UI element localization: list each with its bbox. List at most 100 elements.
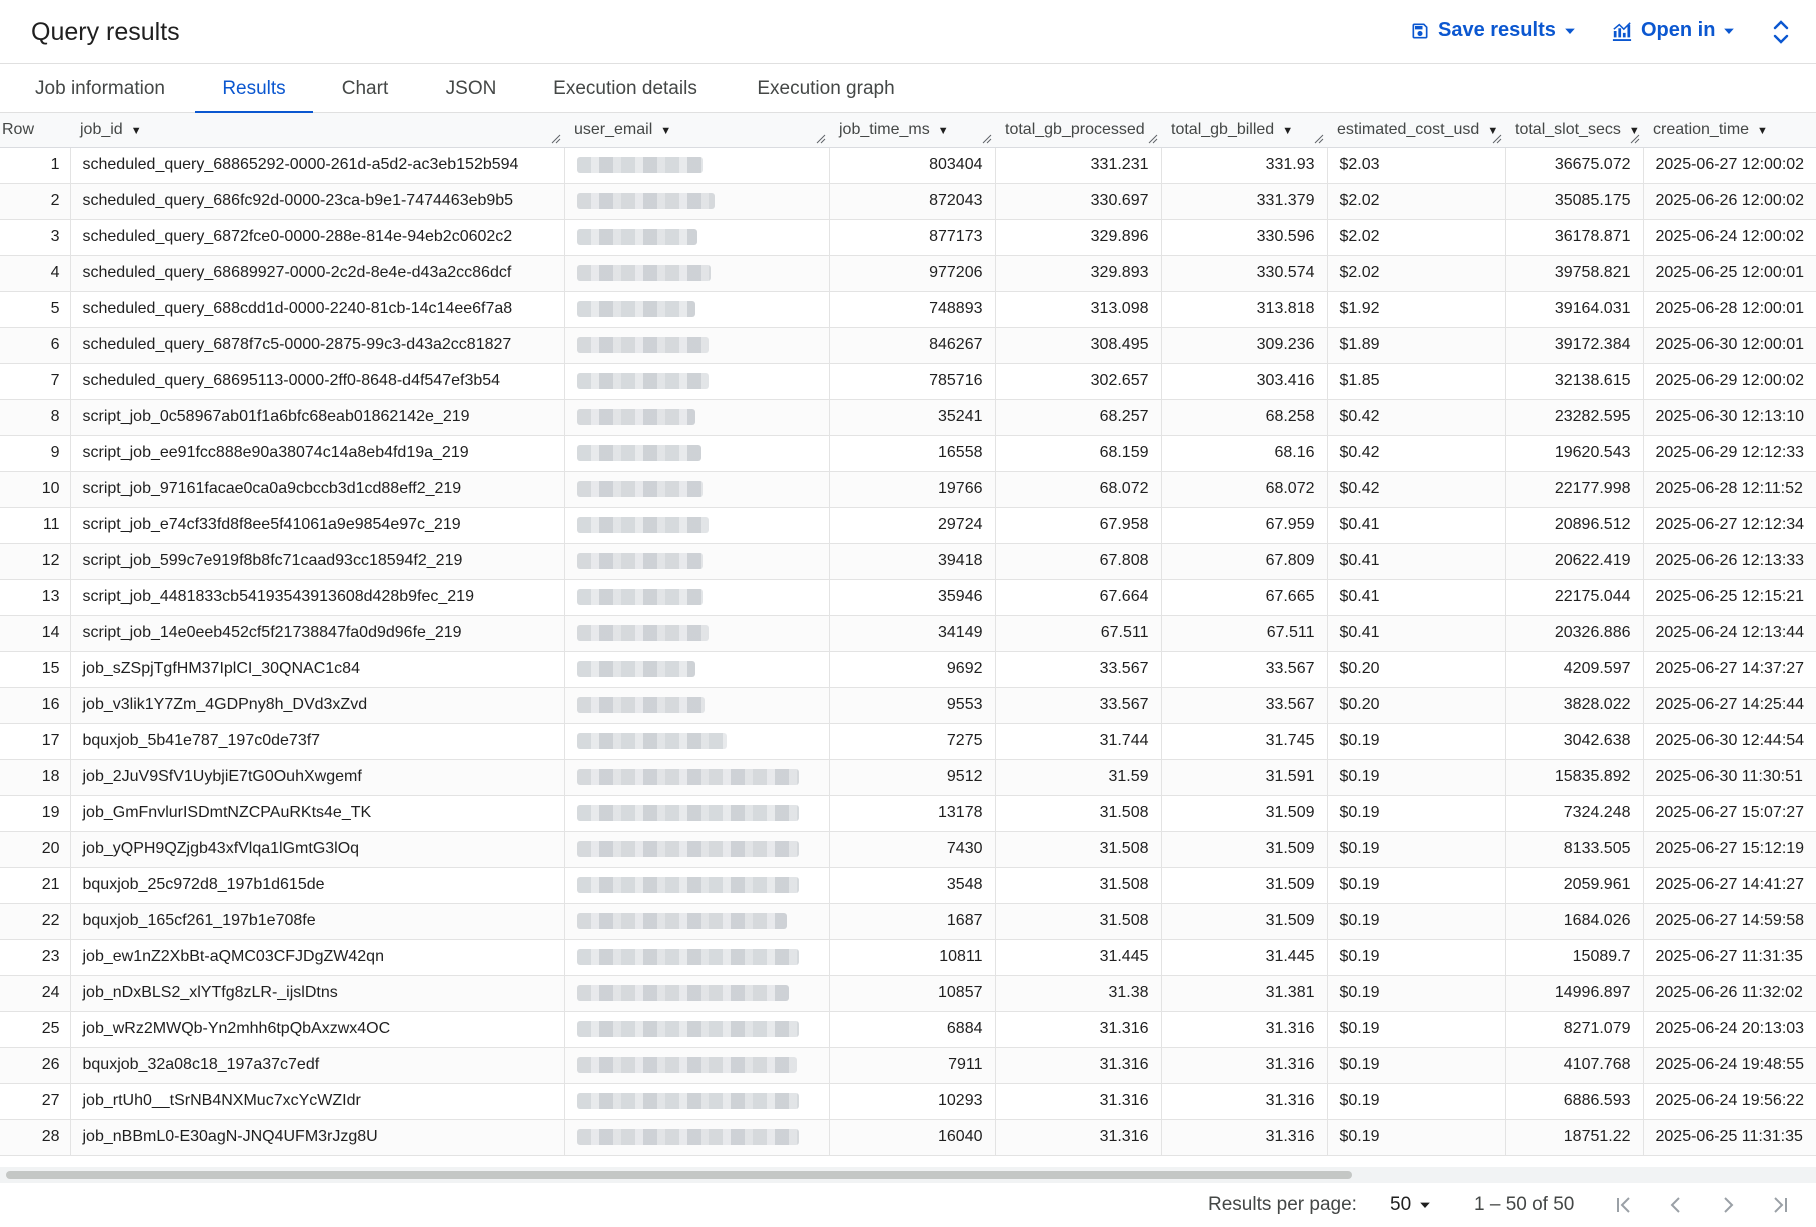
cell-job-time-ms[interactable]: 35946 xyxy=(829,579,996,616)
cell-total-gb-processed[interactable]: 31.316 xyxy=(995,1047,1162,1084)
cell-creation-time[interactable]: 2025-06-27 12:00:02 xyxy=(1643,147,1816,184)
cell-rownum[interactable]: 10 xyxy=(0,471,71,508)
cell-job-time-ms[interactable]: 9512 xyxy=(829,759,996,796)
sort-arrow-icon[interactable]: ▼ xyxy=(131,125,142,137)
cell-total-gb-billed[interactable]: 33.567 xyxy=(1161,687,1328,724)
cell-creation-time[interactable]: 2025-06-26 12:13:33 xyxy=(1643,543,1816,580)
sort-arrow-icon[interactable]: ▼ xyxy=(1282,125,1293,137)
cell-job-time-ms[interactable]: 846267 xyxy=(829,327,996,364)
cell-user-email[interactable] xyxy=(564,219,830,256)
cell-creation-time[interactable]: 2025-06-29 12:00:02 xyxy=(1643,363,1816,400)
cell-job-id[interactable]: scheduled_query_68689927-0000-2c2d-8e4e-… xyxy=(70,255,565,292)
cell-rownum[interactable]: 22 xyxy=(0,903,71,940)
cell-estimated-cost-usd[interactable]: $0.19 xyxy=(1327,1083,1506,1120)
cell-rownum[interactable]: 21 xyxy=(0,867,71,904)
cell-job-time-ms[interactable]: 7911 xyxy=(829,1047,996,1084)
cell-user-email[interactable] xyxy=(564,255,830,292)
previous-page-icon[interactable] xyxy=(1664,1193,1688,1217)
cell-total-slot-secs[interactable]: 8271.079 xyxy=(1505,1011,1644,1048)
cell-job-id[interactable]: script_job_4481833cb54193543913608d428b9… xyxy=(70,579,565,616)
cell-job-time-ms[interactable]: 3548 xyxy=(829,867,996,904)
cell-estimated-cost-usd[interactable]: $0.19 xyxy=(1327,759,1506,796)
cell-total-gb-billed[interactable]: 68.16 xyxy=(1161,435,1328,472)
cell-job-time-ms[interactable]: 6884 xyxy=(829,1011,996,1048)
cell-total-gb-processed[interactable]: 33.567 xyxy=(995,651,1162,688)
cell-user-email[interactable] xyxy=(564,291,830,328)
cell-user-email[interactable] xyxy=(564,1083,830,1120)
cell-rownum[interactable]: 13 xyxy=(0,579,71,616)
tab-results[interactable]: Results xyxy=(195,64,313,114)
cell-total-gb-processed[interactable]: 31.508 xyxy=(995,903,1162,940)
cell-job-id[interactable]: scheduled_query_68695113-0000-2ff0-8648-… xyxy=(70,363,565,400)
cell-creation-time[interactable]: 2025-06-24 19:56:22 xyxy=(1643,1083,1816,1120)
cell-user-email[interactable] xyxy=(564,435,830,472)
cell-estimated-cost-usd[interactable]: $0.19 xyxy=(1327,903,1506,940)
cell-estimated-cost-usd[interactable]: $2.02 xyxy=(1327,255,1506,292)
first-page-icon[interactable] xyxy=(1612,1193,1636,1217)
cell-estimated-cost-usd[interactable]: $0.19 xyxy=(1327,723,1506,760)
cell-total-gb-billed[interactable]: 31.445 xyxy=(1161,939,1328,976)
cell-total-slot-secs[interactable]: 15089.7 xyxy=(1505,939,1644,976)
cell-user-email[interactable] xyxy=(564,507,830,544)
cell-total-slot-secs[interactable]: 19620.543 xyxy=(1505,435,1644,472)
cell-user-email[interactable] xyxy=(564,471,830,508)
cell-total-gb-billed[interactable]: 31.316 xyxy=(1161,1011,1328,1048)
cell-job-id[interactable]: job_nDxBLS2_xlYTfg8zLR-_ijslDtns xyxy=(70,975,565,1012)
cell-total-slot-secs[interactable]: 23282.595 xyxy=(1505,399,1644,436)
cell-total-gb-processed[interactable]: 31.744 xyxy=(995,723,1162,760)
cell-total-gb-billed[interactable]: 68.072 xyxy=(1161,471,1328,508)
tab-chart[interactable]: Chart xyxy=(334,64,396,113)
cell-job-time-ms[interactable]: 803404 xyxy=(829,147,996,184)
cell-creation-time[interactable]: 2025-06-27 14:25:44 xyxy=(1643,687,1816,724)
cell-job-id[interactable]: job_nBBmL0-E30agN-JNQ4UFM3rJzg8U xyxy=(70,1119,565,1156)
cell-job-id[interactable]: bquxjob_5b41e787_197c0de73f7 xyxy=(70,723,565,760)
cell-creation-time[interactable]: 2025-06-29 12:12:33 xyxy=(1643,435,1816,472)
cell-total-gb-processed[interactable]: 31.59 xyxy=(995,759,1162,796)
save-results-button[interactable]: Save results xyxy=(1410,19,1576,42)
sort-arrow-icon[interactable]: ▼ xyxy=(938,125,949,137)
cell-rownum[interactable]: 14 xyxy=(0,615,71,652)
cell-creation-time[interactable]: 2025-06-27 15:07:27 xyxy=(1643,795,1816,832)
cell-estimated-cost-usd[interactable]: $0.19 xyxy=(1327,831,1506,868)
cell-total-gb-billed[interactable]: 68.258 xyxy=(1161,399,1328,436)
cell-job-time-ms[interactable]: 16040 xyxy=(829,1119,996,1156)
cell-user-email[interactable] xyxy=(564,363,830,400)
cell-creation-time[interactable]: 2025-06-27 14:59:58 xyxy=(1643,903,1816,940)
horizontal-scrollbar-thumb[interactable] xyxy=(6,1171,1352,1179)
cell-estimated-cost-usd[interactable]: $0.19 xyxy=(1327,867,1506,904)
cell-rownum[interactable]: 5 xyxy=(0,291,71,328)
cell-rownum[interactable]: 28 xyxy=(0,1119,71,1156)
cell-job-id[interactable]: scheduled_query_688cdd1d-0000-2240-81cb-… xyxy=(70,291,565,328)
cell-job-id[interactable]: bquxjob_32a08c18_197a37c7edf xyxy=(70,1047,565,1084)
cell-total-slot-secs[interactable]: 4209.597 xyxy=(1505,651,1644,688)
last-page-icon[interactable] xyxy=(1768,1193,1792,1217)
cell-job-time-ms[interactable]: 977206 xyxy=(829,255,996,292)
cell-job-id[interactable]: scheduled_query_6878f7c5-0000-2875-99c3-… xyxy=(70,327,565,364)
cell-rownum[interactable]: 26 xyxy=(0,1047,71,1084)
cell-job-time-ms[interactable]: 34149 xyxy=(829,615,996,652)
cell-job-time-ms[interactable]: 872043 xyxy=(829,183,996,220)
cell-total-gb-billed[interactable]: 31.381 xyxy=(1161,975,1328,1012)
cell-creation-time[interactable]: 2025-06-27 15:12:19 xyxy=(1643,831,1816,868)
resize-handle-icon[interactable] xyxy=(816,134,826,144)
cell-rownum[interactable]: 9 xyxy=(0,435,71,472)
cell-total-gb-processed[interactable]: 31.508 xyxy=(995,867,1162,904)
cell-creation-time[interactable]: 2025-06-30 11:30:51 xyxy=(1643,759,1816,796)
cell-estimated-cost-usd[interactable]: $1.85 xyxy=(1327,363,1506,400)
cell-total-slot-secs[interactable]: 36178.871 xyxy=(1505,219,1644,256)
cell-estimated-cost-usd[interactable]: $0.41 xyxy=(1327,543,1506,580)
cell-total-gb-processed[interactable]: 68.257 xyxy=(995,399,1162,436)
cell-rownum[interactable]: 23 xyxy=(0,939,71,976)
cell-user-email[interactable] xyxy=(564,183,830,220)
column-header-job-id[interactable]: job_id ▼ xyxy=(70,113,564,148)
cell-total-gb-processed[interactable]: 67.511 xyxy=(995,615,1162,652)
sort-arrow-icon[interactable]: ▼ xyxy=(1757,125,1768,137)
cell-job-time-ms[interactable]: 9553 xyxy=(829,687,996,724)
expand-collapse-button[interactable] xyxy=(1770,18,1792,51)
cell-total-gb-billed[interactable]: 31.316 xyxy=(1161,1119,1328,1156)
cell-total-slot-secs[interactable]: 8133.505 xyxy=(1505,831,1644,868)
cell-estimated-cost-usd[interactable]: $0.42 xyxy=(1327,399,1506,436)
cell-total-slot-secs[interactable]: 22175.044 xyxy=(1505,579,1644,616)
cell-job-id[interactable]: bquxjob_25c972d8_197b1d615de xyxy=(70,867,565,904)
cell-creation-time[interactable]: 2025-06-25 11:31:35 xyxy=(1643,1119,1816,1156)
